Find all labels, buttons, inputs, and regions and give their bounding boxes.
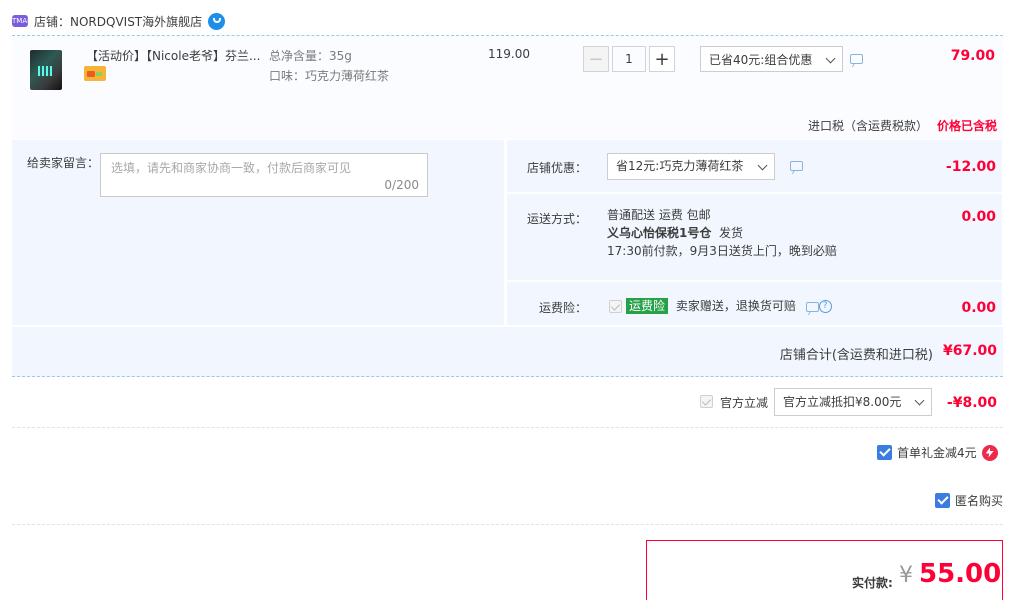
- seller-message-char-count: 0/200: [384, 178, 419, 192]
- official-discount-select[interactable]: 官方立减抵扣¥8.00元: [774, 388, 932, 416]
- product-spec-flavor: 口味：巧克力薄荷红茶: [269, 69, 390, 83]
- shop-discount-select[interactable]: 省12元:巧克力薄荷红茶: [607, 153, 775, 180]
- comment-icon[interactable]: [850, 54, 863, 64]
- official-discount-value: -¥8.00: [946, 395, 997, 411]
- item-promo-selected: 已省40元:组合优惠: [709, 52, 813, 67]
- product-title-link[interactable]: 【活动价】【Nicole老爷】芬兰...: [86, 47, 266, 64]
- official-discount-row: 官方立减 官方立减抵扣¥8.00元 -¥8.00: [12, 378, 1003, 428]
- product-spec-weight: 总净含量：35g: [269, 49, 352, 63]
- quantity-input[interactable]: 1: [612, 46, 646, 72]
- tmall-icon: TMALL: [12, 15, 35, 27]
- shipping-eta: 17:30前付款，9月3日送货上门，晚到必赔: [607, 244, 837, 258]
- comment-icon[interactable]: [790, 161, 803, 171]
- shipping-method: 普通配送 运费 包邮: [607, 208, 711, 222]
- lightning-icon: [981, 444, 998, 461]
- quantity-increase-button[interactable]: +: [649, 46, 675, 72]
- unit-price: 119.00: [488, 47, 530, 61]
- shop-subtotal-value: ¥67.00: [942, 343, 997, 359]
- order-item-row: 【活动价】【Nicole老爷】芬兰... 总净含量：35g 口味：巧克力薄荷红茶…: [12, 36, 1003, 139]
- first-order-gift-checkbox[interactable]: [877, 445, 892, 460]
- chevron-down-icon: [914, 395, 925, 406]
- shop-subtotal-label: 店铺合计(含运费和进口税): [779, 348, 933, 363]
- quantity-decrease-button[interactable]: −: [583, 46, 609, 72]
- chevron-down-icon: [825, 53, 836, 64]
- currency-symbol: ¥: [899, 563, 913, 588]
- seller-message-placeholder: 选填，请先和商家协商一致，付款后商家可见: [111, 161, 352, 175]
- shop-subtotal-row: 店铺合计(含运费和进口税) ¥67.00: [12, 327, 1003, 377]
- order-options-panel: 店铺优惠： 省12元:巧克力薄荷红茶 -12.00 运送方式： 普通配送 运费 …: [507, 140, 1002, 325]
- insurance-label: 运费险：: [538, 301, 587, 315]
- divider: [12, 524, 1003, 525]
- item-total-price: 79.00: [950, 48, 995, 64]
- credit-card-icon: [84, 66, 106, 81]
- product-thumbnail[interactable]: [30, 50, 62, 90]
- shop-discount-selected: 省12元:巧克力薄荷红茶: [616, 159, 744, 173]
- shop-name-link[interactable]: 店铺：NORDQVIST海外旗舰店: [34, 13, 202, 30]
- payment-label: 实付款:: [852, 576, 893, 590]
- first-order-gift-row: 首单礼金减4元: [877, 444, 998, 461]
- insurance-option: 运费险 卖家赠送，退换货可赔 ?: [609, 297, 832, 314]
- import-tax-label: 进口税（含运费税款）: [808, 119, 929, 133]
- shop-header: TMALL 店铺：NORDQVIST海外旗舰店: [12, 10, 226, 32]
- anonymous-purchase-checkbox[interactable]: [935, 493, 950, 508]
- shipping-row: 运送方式： 普通配送 运费 包邮 义乌心怡保税1号仓 发货 17:30前付款，9…: [507, 194, 1002, 280]
- chevron-down-icon: [757, 160, 768, 171]
- payment-summary-box: 实付款: ¥ 55.00: [646, 540, 1003, 600]
- shop-discount-value: -12.00: [945, 159, 996, 175]
- chat-seller-icon[interactable]: [208, 12, 226, 30]
- shipping-label: 运送方式：: [526, 212, 587, 226]
- official-discount-selected: 官方立减抵扣¥8.00元: [783, 395, 902, 409]
- insurance-text: 卖家赠送，退换货可赔: [675, 299, 796, 313]
- help-icon[interactable]: ?: [818, 300, 832, 313]
- shipping-details: 普通配送 运费 包邮 义乌心怡保税1号仓 发货 17:30前付款，9月3日送货上…: [607, 206, 837, 260]
- official-discount-label: 官方立减: [720, 396, 769, 410]
- payment-amount: 55.00: [919, 559, 1002, 589]
- insurance-row: 运费险： 运费险 卖家赠送，退换货可赔 ? 0.00: [507, 282, 1002, 325]
- import-tax-value: 价格已含税: [937, 119, 998, 133]
- seller-message-label: 给卖家留言：: [27, 156, 100, 170]
- shipping-warehouse: 义乌心怡保税1号仓 发货: [607, 226, 744, 240]
- insurance-tag: 运费险: [626, 298, 669, 314]
- first-order-gift-label: 首单礼金减4元: [897, 446, 977, 460]
- shop-discount-label: 店铺优惠：: [526, 161, 587, 175]
- insurance-value: 0.00: [961, 300, 996, 316]
- seller-message-section: 给卖家留言： 选填，请先和商家协商一致，付款后商家可见 0/200: [12, 140, 504, 325]
- comment-icon[interactable]: [805, 301, 819, 312]
- shop-discount-row: 店铺优惠： 省12元:巧克力薄荷红茶 -12.00: [507, 140, 1002, 192]
- quantity-stepper: − 1 +: [583, 46, 675, 72]
- seller-message-input[interactable]: 选填，请先和商家协商一致，付款后商家可见 0/200: [100, 153, 428, 197]
- anonymous-purchase-row: 匿名购买: [935, 492, 1003, 509]
- insurance-checkbox[interactable]: [609, 300, 622, 313]
- item-promo-select[interactable]: 已省40元:组合优惠: [700, 46, 843, 72]
- shipping-value: 0.00: [961, 209, 996, 225]
- official-discount-checkbox[interactable]: [700, 395, 713, 408]
- anonymous-purchase-label: 匿名购买: [955, 494, 1004, 508]
